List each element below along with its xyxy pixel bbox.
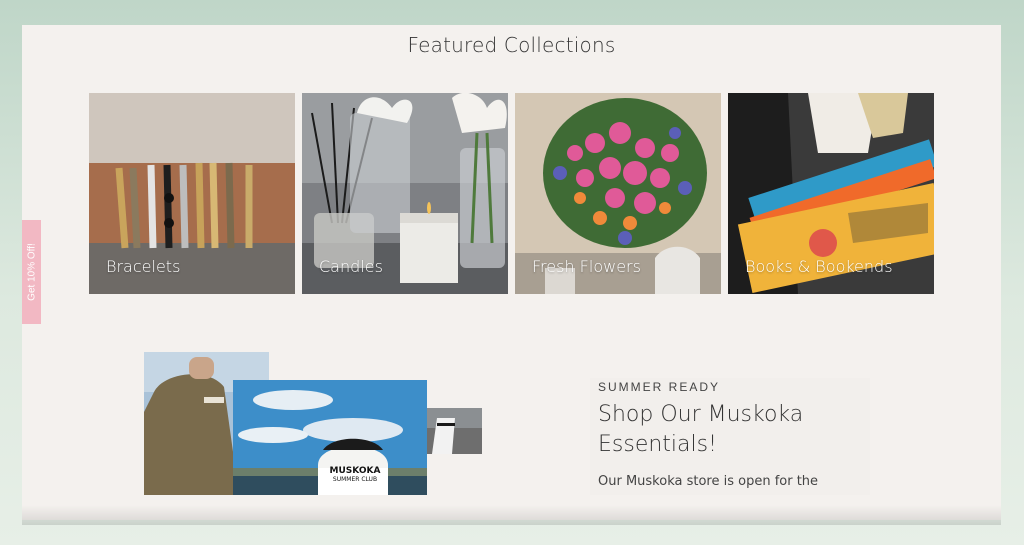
hat-print: MUSKOKA SUMMER CLUB <box>325 466 385 484</box>
promo-eyebrow: SUMMER READY <box>598 380 721 394</box>
hat-text-1: MUSKOKA <box>329 466 381 476</box>
tile-label: Candles <box>319 257 383 276</box>
tile-label: Books & Bookends <box>745 257 893 276</box>
hat-text-2: SUMMER CLUB <box>332 476 378 483</box>
discount-tab-label: Get 10% Off! <box>26 243 37 301</box>
promo-body: Our Muskoka store is open for the <box>598 474 819 489</box>
muskoka-hat-image: MUSKOKA SUMMER CLUB <box>233 380 427 495</box>
discount-side-tab[interactable]: Get 10% Off! <box>22 220 41 324</box>
collection-tile-candles[interactable]: Candles <box>302 93 508 294</box>
tile-label: Bracelets <box>106 257 181 276</box>
featured-collections-title: Featured Collections <box>407 33 616 57</box>
promo-text-block: SUMMER READY Shop Our Muskoka Essentials… <box>590 378 870 495</box>
collection-tile-fresh-flowers[interactable]: Fresh Flowers <box>515 93 721 294</box>
collection-grid: Bracelets Candles Fresh Flowers Books & … <box>89 93 934 294</box>
promo-image-collage: MUSKOKA SUMMER CLUB <box>144 352 484 495</box>
tile-label: Fresh Flowers <box>532 257 641 276</box>
sock-image <box>427 408 482 454</box>
collection-tile-books-bookends[interactable]: Books & Bookends <box>728 93 934 294</box>
collection-tile-bracelets[interactable]: Bracelets <box>89 93 295 294</box>
promo-heading: Shop Our Muskoka Essentials! <box>598 402 804 457</box>
